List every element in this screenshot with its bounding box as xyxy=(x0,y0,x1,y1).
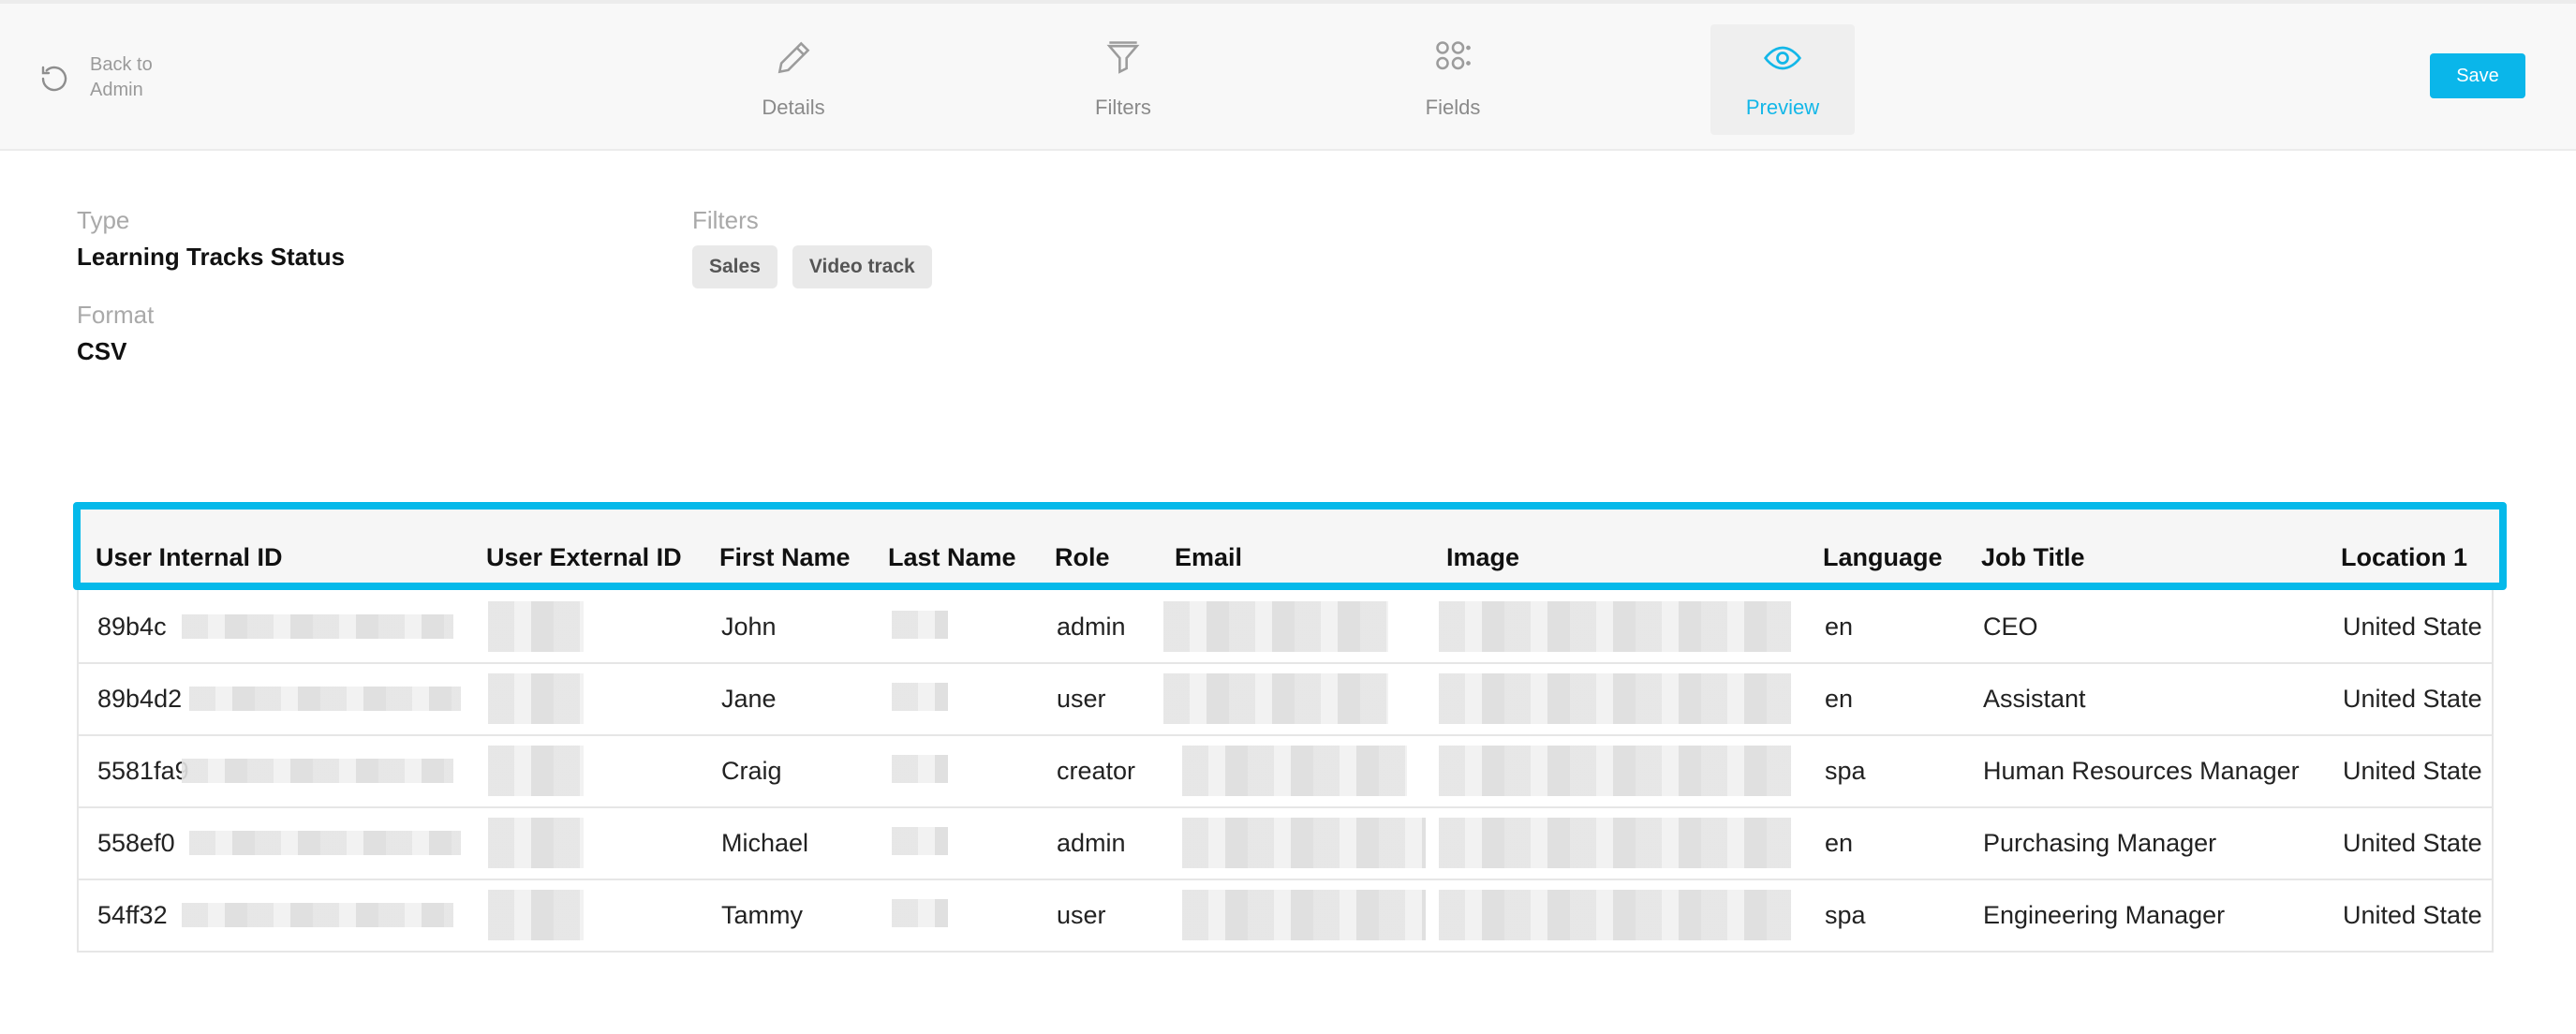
filters-label: Filters xyxy=(692,206,759,234)
type-label: Type xyxy=(77,206,130,234)
filter-chip: Sales xyxy=(692,245,777,288)
format-label: Format xyxy=(77,301,155,329)
column-header: User External ID xyxy=(486,543,682,571)
column-header: Location 1 xyxy=(2341,543,2468,571)
type-section: Type Learning Tracks Status xyxy=(77,206,345,272)
table-cell: user xyxy=(1057,685,1106,713)
table-cell: en xyxy=(1825,829,1854,857)
column-header: Email xyxy=(1175,543,1243,571)
table-cell: Human Resources Manager xyxy=(1983,757,2300,785)
eye-icon xyxy=(1764,46,1801,70)
table-cell: Engineering Manager xyxy=(1983,901,2226,929)
column-header: Role xyxy=(1055,543,1110,571)
table-header-row: User Internal ID User External ID First … xyxy=(73,502,2507,590)
table-cell: 558ef0 xyxy=(97,829,175,857)
redacted-cell xyxy=(1439,673,1791,724)
column-header: First Name xyxy=(719,543,851,571)
redacted-cell xyxy=(182,614,453,639)
table-cell: user xyxy=(1057,901,1106,929)
table-cell: Michael xyxy=(721,829,809,857)
redacted-cell xyxy=(1439,601,1791,652)
table-cell: 89b4d2 xyxy=(97,685,183,713)
column-header: Job Title xyxy=(1981,543,2085,571)
pencil-icon xyxy=(777,41,810,74)
redacted-cell xyxy=(892,683,948,711)
redacted-cell xyxy=(1163,601,1388,652)
table-cell: Craig xyxy=(721,757,782,785)
undo-icon xyxy=(41,66,67,92)
table-row: 89b4c John admin en CEO United State xyxy=(79,592,2492,664)
column-header: Last Name xyxy=(888,543,1016,571)
table-cell: Jane xyxy=(721,685,777,713)
table-cell: en xyxy=(1825,613,1854,641)
redacted-cell xyxy=(892,827,948,855)
redacted-cell xyxy=(892,899,948,927)
redacted-cell xyxy=(182,759,453,783)
grid-icon xyxy=(1436,41,1471,70)
back-to-admin-button[interactable]: Back to Admin xyxy=(37,52,174,103)
table-cell: United State xyxy=(2343,613,2482,641)
table-cell: United State xyxy=(2343,757,2482,785)
table-cell: en xyxy=(1825,685,1854,713)
redacted-cell xyxy=(488,890,584,940)
format-value: CSV xyxy=(77,337,127,365)
table-cell: Purchasing Manager xyxy=(1983,829,2217,857)
table-row: 54ff32 Tammy user spa Engineering Manager Uni… xyxy=(79,880,2492,951)
tab-preview[interactable]: Preview xyxy=(1710,24,1855,135)
column-header: User Internal ID xyxy=(96,543,283,571)
table-cell: John xyxy=(721,613,777,641)
tab-filters-label: Filters xyxy=(1095,96,1151,119)
format-section: Format CSV xyxy=(77,301,154,366)
redacted-cell xyxy=(182,903,453,927)
table-cell: Assistant xyxy=(1983,685,2086,713)
table-cell: spa xyxy=(1825,901,1866,929)
column-header: Language xyxy=(1823,543,1943,571)
tab-preview-label: Preview xyxy=(1745,96,1820,119)
table-cell: 89b4c xyxy=(97,613,167,641)
redacted-cell xyxy=(892,611,948,639)
tab-details[interactable]: Details xyxy=(721,24,866,135)
redacted-cell xyxy=(1439,746,1791,796)
table-cell: United State xyxy=(2343,829,2482,857)
redacted-cell xyxy=(488,746,584,796)
table-cell: Tammy xyxy=(721,901,803,929)
table-cell: creator xyxy=(1057,757,1136,785)
filter-icon xyxy=(1106,41,1140,74)
table-cell: United State xyxy=(2343,901,2482,929)
redacted-cell xyxy=(1439,818,1791,868)
redacted-cell xyxy=(488,673,584,724)
filters-section: Filters xyxy=(692,206,759,235)
table-row: 558ef0 Michael admin en Purchasing Manager Un… xyxy=(79,808,2492,880)
tab-fields[interactable]: Fields xyxy=(1381,24,1525,135)
column-header: Image xyxy=(1446,543,1520,571)
redacted-cell xyxy=(1182,890,1426,940)
table-cell: admin xyxy=(1057,613,1126,641)
table-cell: CEO xyxy=(1983,613,2038,641)
redacted-cell xyxy=(1163,673,1388,724)
redacted-cell xyxy=(1182,746,1407,796)
top-bar: Back to Admin Details Filters Fields Pre… xyxy=(0,0,2576,151)
redacted-cell xyxy=(1182,818,1426,868)
table-row: 89b4d2 Jane user en Assistant United State xyxy=(79,664,2492,736)
redacted-cell xyxy=(189,831,461,855)
filter-chips: Sales Video track xyxy=(692,245,932,288)
redacted-cell xyxy=(892,755,948,783)
save-button[interactable]: Save xyxy=(2430,53,2525,98)
tab-fields-label: Fields xyxy=(1425,96,1481,119)
tab-details-label: Details xyxy=(762,96,825,119)
type-value: Learning Tracks Status xyxy=(77,243,346,271)
back-to-admin-label: Back to Admin xyxy=(90,54,153,100)
table-row: 5581fa9 Craig creator spa Human Resources Ma… xyxy=(79,736,2492,808)
table-cell: 5581fa9 xyxy=(97,757,189,785)
redacted-cell xyxy=(189,687,461,711)
table-cell: spa xyxy=(1825,757,1866,785)
redacted-cell xyxy=(488,601,584,652)
redacted-cell xyxy=(488,818,584,868)
table-cell: United State xyxy=(2343,685,2482,713)
filter-chip: Video track xyxy=(792,245,932,288)
table-cell: admin xyxy=(1057,829,1126,857)
tab-filters[interactable]: Filters xyxy=(1051,24,1195,135)
redacted-cell xyxy=(1439,890,1791,940)
table-cell: 54ff32 xyxy=(97,901,168,929)
